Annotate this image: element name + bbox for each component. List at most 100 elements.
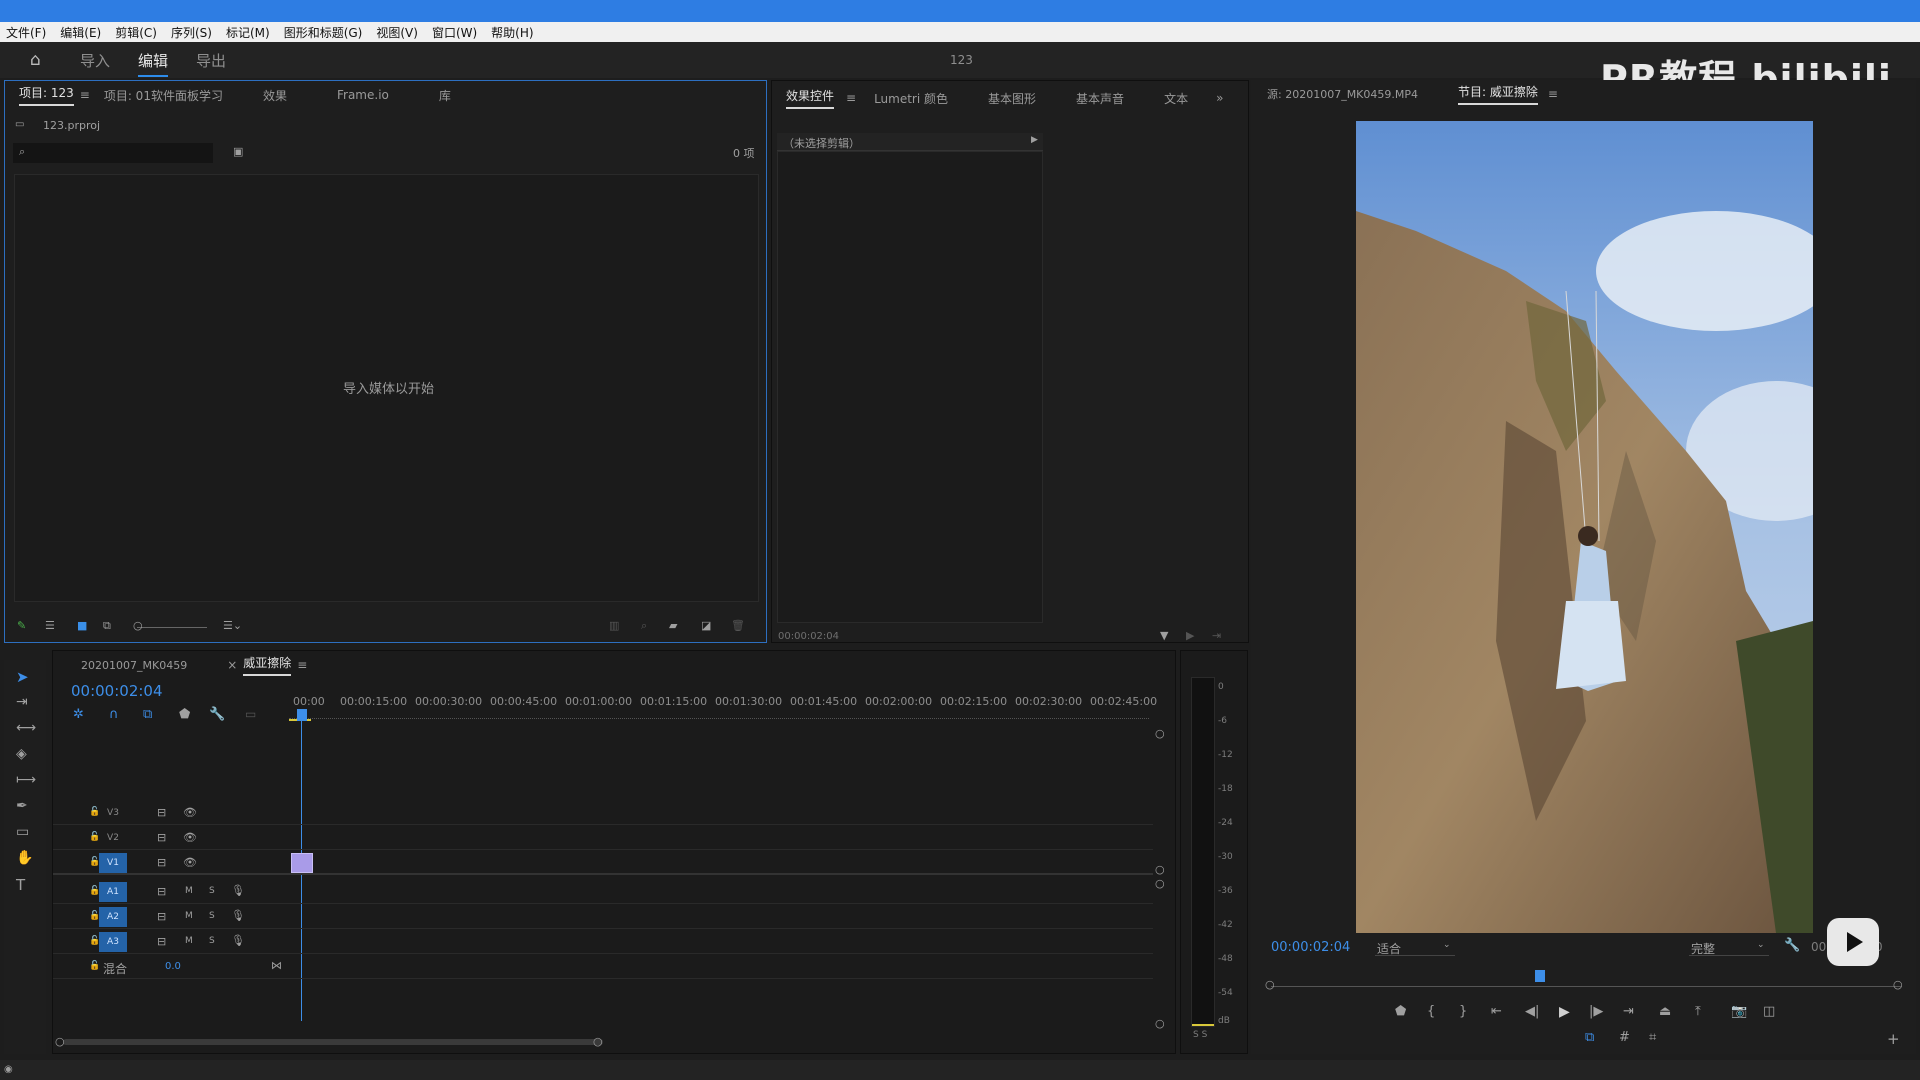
track-mix[interactable]: 🔓 混合 0.0 ⋈ — [53, 955, 1153, 979]
microphone-icon[interactable]: 🎙 — [231, 884, 245, 897]
menu-edit[interactable]: 编辑(E) — [60, 24, 101, 41]
track-label-v1[interactable]: V1 — [99, 853, 127, 873]
sync-lock-icon[interactable]: ⊟ — [157, 885, 166, 898]
freeform-view-icon[interactable]: ⧉ — [103, 619, 111, 633]
workspace-import[interactable]: 导入 — [80, 50, 110, 71]
tab-lumetri[interactable]: Lumetri 颜色 — [874, 90, 948, 107]
go-to-in-icon[interactable]: ⇤ — [1491, 1004, 1502, 1019]
lift-icon[interactable]: ⏏ — [1659, 1004, 1671, 1019]
tab-text[interactable]: 文本 — [1164, 90, 1188, 107]
find-icon[interactable]: ⌕ — [641, 619, 647, 633]
tab-library[interactable]: 库 — [439, 87, 451, 104]
menu-view[interactable]: 视图(V) — [376, 24, 418, 41]
track-a3[interactable]: 🔓 A3 ⊟ M S 🎙 — [53, 930, 1153, 954]
mute-button[interactable]: M — [185, 886, 193, 896]
step-forward-icon[interactable]: |▶ — [1589, 1004, 1603, 1019]
menu-file[interactable]: 文件(F) — [6, 24, 46, 41]
tab-source[interactable]: 源: 20201007_MK0459.MP4 — [1267, 86, 1418, 102]
safe-margins-icon[interactable]: ⌗ — [1649, 1030, 1656, 1045]
mark-out-icon[interactable]: } — [1459, 1004, 1467, 1019]
captions-icon[interactable]: ▭ — [245, 707, 256, 721]
eye-icon[interactable]: 👁 — [183, 831, 197, 844]
ripple-edit-tool-icon[interactable]: ⟷ — [16, 720, 36, 736]
filter-icon[interactable]: ▼ — [1160, 629, 1168, 642]
track-v1[interactable]: 🔓 V1 ⊟ 👁 — [53, 851, 1153, 875]
razor-tool-icon[interactable]: ◈ — [16, 746, 27, 762]
snap-icon[interactable]: ∩ — [109, 707, 119, 722]
tab-essential-sound[interactable]: 基本声音 — [1076, 90, 1124, 107]
vertical-scroll-top-handle[interactable]: ○ — [1155, 727, 1165, 740]
tab-effect-controls[interactable]: 效果控件 — [786, 87, 835, 109]
fit-dropdown[interactable]: 适合 ⌄ — [1375, 938, 1455, 956]
menu-sequence[interactable]: 序列(S) — [171, 24, 212, 41]
new-item-icon[interactable]: ◪ — [701, 619, 711, 632]
mix-value[interactable]: 0.0 — [165, 961, 181, 972]
slip-tool-icon[interactable]: ⟼ — [16, 772, 36, 788]
eye-icon[interactable]: 👁 — [183, 856, 197, 869]
video-preview[interactable] — [1356, 121, 1813, 933]
new-bin-icon[interactable]: ▣ — [233, 145, 243, 158]
mix-end-icon[interactable]: ⋈ — [271, 959, 282, 972]
home-icon[interactable]: ⌂ — [30, 50, 41, 70]
tab-frameio[interactable]: Frame.io — [337, 88, 389, 102]
selection-tool-icon[interactable]: ➤ — [16, 668, 29, 686]
play-only-icon[interactable]: ▶ — [1031, 135, 1038, 145]
tab-project-123[interactable]: 项目: 123 — [19, 84, 74, 106]
tab-sequence-wire-removal[interactable]: 威亚擦除 — [243, 654, 292, 676]
solo-button[interactable]: S — [209, 936, 215, 946]
mute-button[interactable]: M — [185, 936, 193, 946]
play-icon[interactable]: ▶ — [1559, 1004, 1570, 1020]
program-playhead[interactable] — [1535, 970, 1545, 982]
zoom-slider[interactable] — [137, 627, 207, 628]
menu-clip[interactable]: 剪辑(C) — [115, 24, 157, 41]
pencil-icon[interactable]: ✎ — [17, 619, 26, 632]
program-timecode[interactable]: 00:00:02:04 — [1271, 940, 1350, 955]
tab-program[interactable]: 节目: 威亚擦除 — [1458, 83, 1538, 105]
camera-icon[interactable]: 📷 — [1731, 1004, 1747, 1019]
program-scrub-bar[interactable] — [1271, 986, 1901, 987]
track-v2[interactable]: 🔓 V2 ⊟ 👁 — [53, 826, 1153, 850]
add-keyframe-icon[interactable]: ▶ — [1186, 629, 1194, 642]
timeline-settings-icon[interactable]: 🔧 — [209, 707, 225, 722]
add-marker-icon[interactable]: ⬟ — [179, 707, 190, 722]
sync-lock-icon[interactable]: ⊟ — [157, 935, 166, 948]
solo-button[interactable]: S — [209, 911, 215, 921]
menu-window[interactable]: 窗口(W) — [432, 24, 477, 41]
track-label-v2[interactable]: V2 — [99, 828, 127, 848]
solo-button[interactable]: S — [209, 886, 215, 896]
track-label-a3[interactable]: A3 — [99, 932, 127, 952]
button-editor-plus-icon[interactable]: + — [1887, 1030, 1900, 1048]
search-input[interactable]: ⌕ — [13, 143, 213, 163]
comparison-view-icon[interactable]: ◫ — [1763, 1004, 1775, 1019]
vertical-scroll-mid-handle[interactable]: ○ — [1155, 863, 1165, 876]
tab-menu-icon[interactable]: ≡ — [80, 88, 90, 102]
menu-graphics[interactable]: 图形和标题(G) — [284, 24, 363, 41]
track-label-a1[interactable]: A1 — [99, 882, 127, 902]
microphone-icon[interactable]: 🎙 — [231, 909, 245, 922]
audio-scroll-bottom-handle[interactable]: ○ — [1155, 1017, 1165, 1030]
track-label-a2[interactable]: A2 — [99, 907, 127, 927]
tab-essential-graphics[interactable]: 基本图形 — [988, 90, 1036, 107]
lock-icon[interactable]: 🔓 — [89, 961, 100, 971]
meter-solo-buttons[interactable]: S S — [1193, 1030, 1207, 1040]
project-content-area[interactable]: 导入媒体以开始 — [14, 174, 759, 602]
tab-menu-icon[interactable]: ≡ — [297, 658, 307, 672]
tab-sequence-mk0459[interactable]: 20201007_MK0459 — [81, 659, 187, 672]
new-bin-bottom-icon[interactable]: ▰ — [669, 619, 677, 632]
track-label-v3[interactable]: V3 — [99, 803, 127, 823]
icon-view-icon[interactable]: ■ — [77, 619, 87, 632]
track-v3[interactable]: 🔓 V3 ⊟ 👁 — [53, 801, 1153, 825]
sync-lock-icon[interactable]: ⊟ — [157, 856, 166, 869]
tab-effects[interactable]: 效果 — [263, 87, 287, 104]
audio-scroll-top-handle[interactable]: ○ — [1155, 877, 1165, 890]
proxy-toggle-icon[interactable]: ⧉ — [1585, 1030, 1594, 1045]
grid-icon[interactable]: # — [1619, 1030, 1630, 1045]
horizontal-scrollbar[interactable] — [63, 1039, 603, 1045]
time-ruler[interactable]: 00:00 00:00:15:00 00:00:30:00 00:00:45:0… — [293, 695, 1157, 709]
timeline-timecode[interactable]: 00:00:02:04 — [71, 682, 163, 700]
eye-icon[interactable]: 👁 — [183, 806, 197, 819]
list-view-icon[interactable]: ☰ — [45, 619, 55, 632]
nest-icon[interactable]: ✲ — [73, 707, 84, 722]
track-a1[interactable]: 🔓 A1 ⊟ M S 🎙 — [53, 880, 1153, 904]
scrub-start-handle[interactable]: ○ — [1265, 978, 1275, 991]
